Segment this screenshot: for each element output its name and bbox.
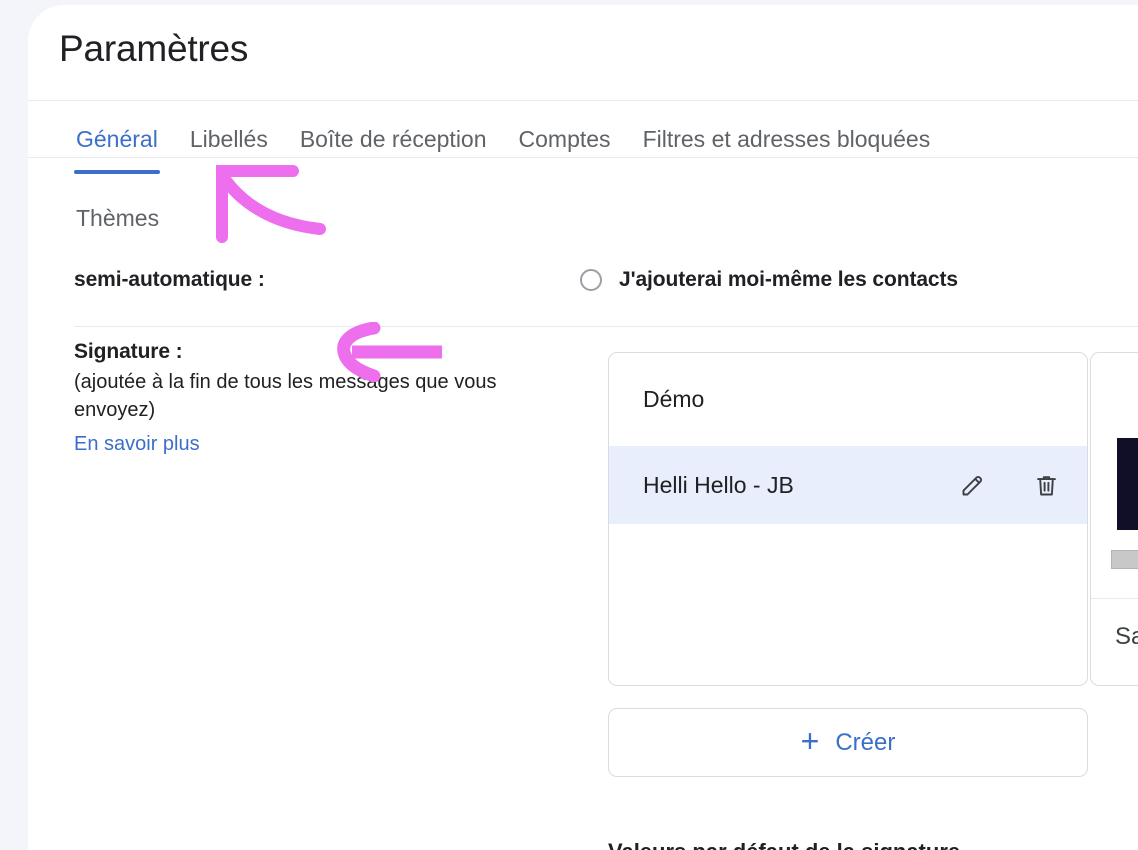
tab-general[interactable]: Général [60, 122, 174, 174]
signature-learn-more-link[interactable]: En savoir plus [74, 433, 200, 456]
tabbar-divider [28, 157, 1138, 158]
tab-libelles[interactable]: Libellés [174, 122, 284, 156]
create-signature-button[interactable]: + Créer [608, 708, 1088, 777]
signature-list: Démo Helli Hello - JB [608, 352, 1088, 686]
signature-label-col: Signature : (ajoutée à la fin de tous le… [28, 326, 580, 566]
preview-caption: Sans [1115, 623, 1138, 650]
tab-filtres-label: Filtres et adresses bloquées [642, 126, 931, 152]
signature-list-header: Démo [643, 386, 705, 412]
signature-item-actions [957, 470, 1061, 500]
radio-option-add-contacts-manually[interactable]: J'ajouterai moi-même les contacts [580, 268, 1138, 292]
tab-comptes-label: Comptes [518, 126, 611, 152]
settings-header: Paramètres [28, 5, 1138, 100]
tab-themes-label: Thèmes [76, 205, 160, 231]
create-signature-label: Créer [835, 728, 896, 756]
tab-filtres-et-adresses-bloquees[interactable]: Filtres et adresses bloquées [627, 122, 947, 156]
signature-label: Signature : [74, 340, 183, 363]
signature-preview-card: Sans [1090, 352, 1138, 686]
settings-panel: Paramètres Général Libellés Boîte de réc… [28, 5, 1138, 850]
semi-automatique-label-col: semi-automatique : [28, 254, 580, 326]
semi-automatique-value-col: J'ajouterai moi-même les contacts [580, 254, 1138, 326]
settings-tabbar: Général Libellés Boîte de réception Comp… [28, 101, 1138, 253]
signature-defaults-title: Valeurs par défaut de la signature [608, 839, 1138, 850]
signature-description: (ajoutée à la fin de tous les messages q… [74, 371, 497, 422]
radio-option-label: J'ajouterai moi-même les contacts [619, 268, 958, 291]
screenshot-root: Paramètres Général Libellés Boîte de réc… [0, 0, 1138, 850]
tab-row-secondary: Thèmes [60, 201, 175, 235]
tab-libelles-label: Libellés [189, 126, 268, 152]
tab-boite-de-reception[interactable]: Boîte de réception [284, 122, 503, 156]
tab-general-label: Général [76, 126, 158, 152]
preview-thumbnail-image [1117, 438, 1138, 530]
signature-area: Démo Helli Hello - JB + Créer [608, 352, 1138, 850]
tab-themes[interactable]: Thèmes [60, 201, 175, 235]
trash-icon[interactable] [1031, 470, 1061, 500]
preview-card-divider [1091, 598, 1138, 599]
radio-button-icon[interactable] [580, 269, 602, 291]
tab-row-primary: Général Libellés Boîte de réception Comp… [60, 122, 947, 174]
signature-item-name: Helli Hello - JB [643, 471, 794, 498]
preview-thumbnail-bar [1111, 550, 1138, 569]
signature-list-item[interactable]: Helli Hello - JB [609, 446, 1087, 524]
tab-boite-de-reception-label: Boîte de réception [299, 126, 487, 152]
semi-automatique-label: semi-automatique : [74, 268, 265, 291]
pencil-icon[interactable] [957, 470, 987, 500]
page-title: Paramètres [59, 28, 249, 69]
setting-row-semi-automatique: semi-automatique : J'ajouterai moi-même … [28, 254, 1138, 327]
plus-icon: + [800, 723, 820, 759]
tab-comptes[interactable]: Comptes [503, 122, 627, 156]
